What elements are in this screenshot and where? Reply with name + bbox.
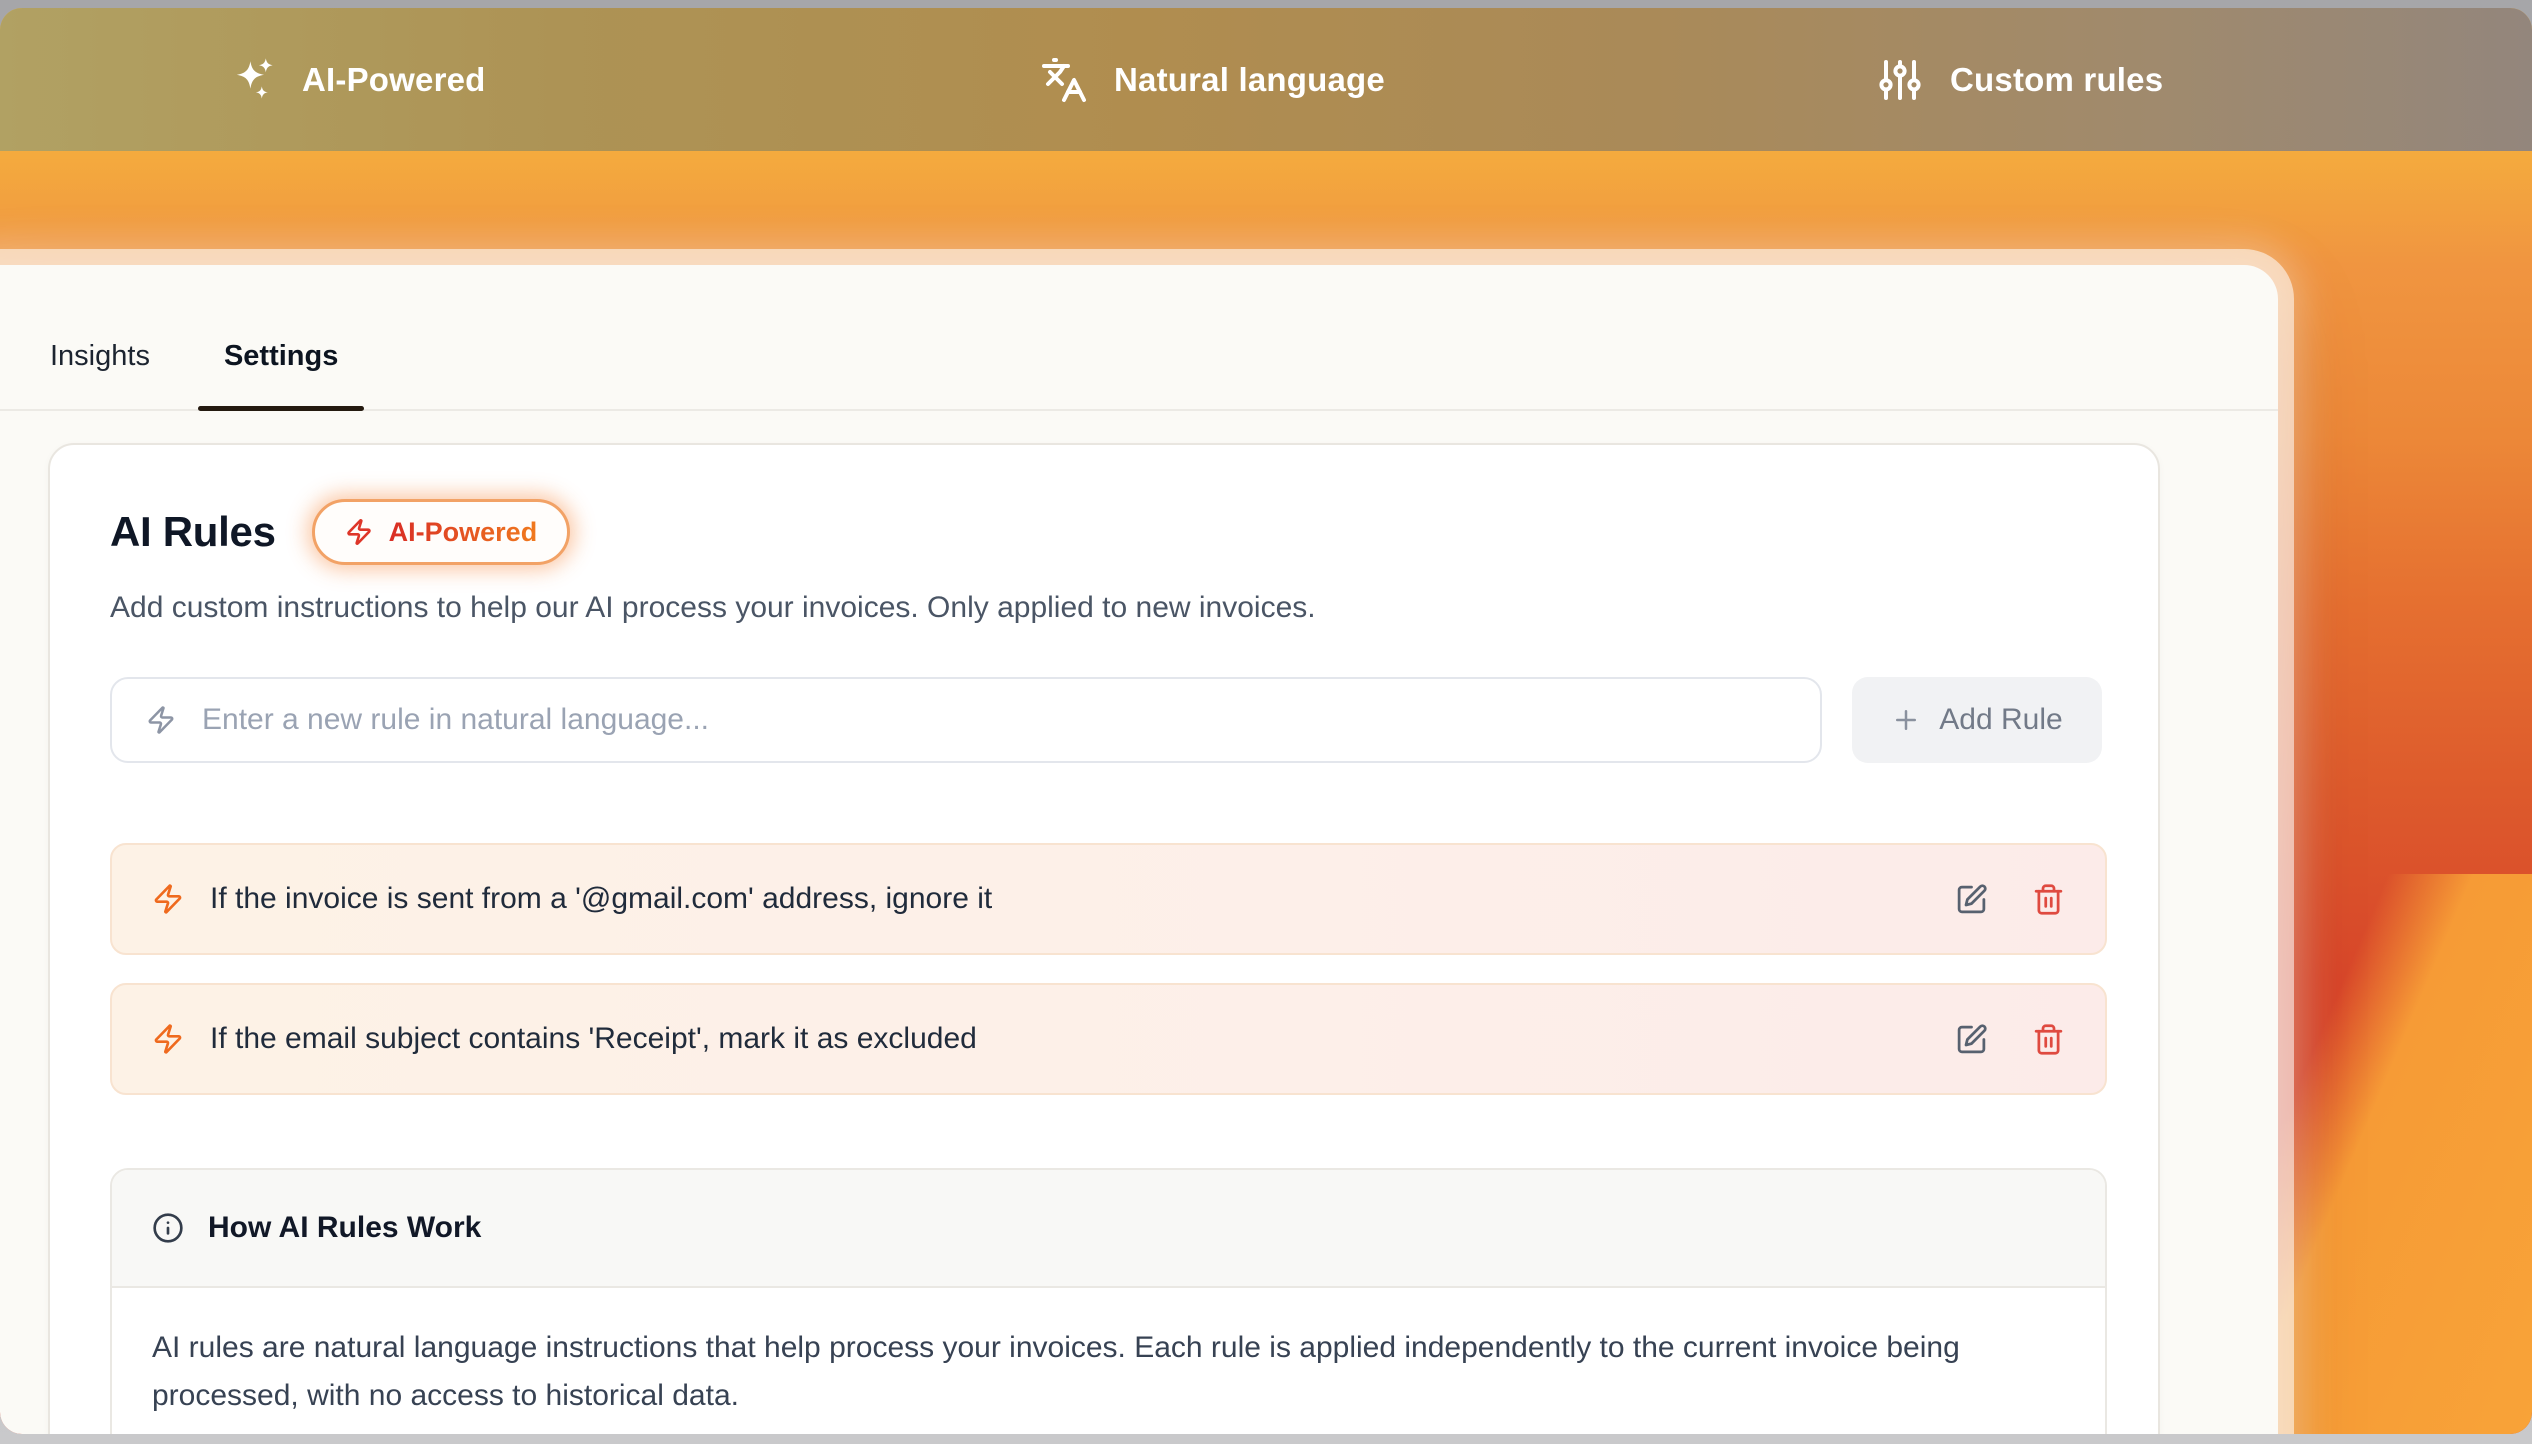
add-rule-label: Add Rule — [1939, 703, 2062, 737]
app-window: Insights Settings AI Rules AI-Powered Ad… — [0, 265, 2278, 1434]
feature-item-custom-rules: Custom rules — [1876, 8, 2163, 151]
info-body: AI rules are natural language instructio… — [112, 1288, 2105, 1434]
square-pen-icon — [1955, 883, 1988, 916]
rule-input[interactable] — [202, 703, 1786, 737]
sliders-icon — [1876, 56, 1924, 104]
rule-actions — [1955, 1023, 2065, 1056]
info-title: How AI Rules Work — [208, 1211, 481, 1245]
screenshot-frame: AI-Powered Natural language Custom rules… — [0, 8, 2532, 1434]
feature-label: Natural language — [1114, 61, 1385, 99]
zap-icon — [146, 705, 176, 735]
info-icon — [152, 1212, 184, 1244]
feature-label: Custom rules — [1950, 61, 2163, 99]
rule-text: If the email subject contains 'Receipt',… — [210, 1022, 1929, 1056]
feature-bar: AI-Powered Natural language Custom rules — [0, 8, 2532, 151]
ai-powered-badge: AI-Powered — [312, 499, 571, 565]
zap-icon — [152, 1023, 184, 1055]
page-title: AI Rules — [110, 508, 276, 556]
rule-input-wrap — [110, 677, 1822, 763]
info-box: How AI Rules Work AI rules are natural l… — [110, 1168, 2107, 1434]
feature-item-natural-language: Natural language — [1040, 8, 1385, 151]
rule-actions — [1955, 883, 2065, 916]
add-rule-button[interactable]: Add Rule — [1852, 677, 2102, 763]
section-description: Add custom instructions to help our AI p… — [110, 591, 1316, 625]
square-pen-icon — [1955, 1023, 1988, 1056]
sparkles-icon — [228, 56, 276, 104]
languages-icon — [1040, 56, 1088, 104]
tab-insights[interactable]: Insights — [46, 301, 154, 411]
ai-rules-card: AI Rules AI-Powered Add custom instructi… — [48, 443, 2160, 1434]
info-box-header: How AI Rules Work — [112, 1170, 2105, 1288]
feature-label: AI-Powered — [302, 61, 486, 99]
tab-bar: Insights Settings — [0, 265, 2278, 411]
zap-icon — [345, 518, 373, 546]
plus-icon — [1891, 705, 1921, 735]
rule-text: If the invoice is sent from a '@gmail.co… — [210, 882, 1929, 916]
edit-rule-button[interactable] — [1955, 883, 1988, 916]
edit-rule-button[interactable] — [1955, 1023, 1988, 1056]
rule-row: If the invoice is sent from a '@gmail.co… — [110, 843, 2107, 955]
delete-rule-button[interactable] — [2032, 883, 2065, 916]
zap-icon — [152, 883, 184, 915]
rule-input-row: Add Rule — [110, 677, 2102, 763]
delete-rule-button[interactable] — [2032, 1023, 2065, 1056]
tab-settings[interactable]: Settings — [198, 301, 364, 411]
badge-label: AI-Powered — [389, 517, 538, 548]
rule-row: If the email subject contains 'Receipt',… — [110, 983, 2107, 1095]
feature-item-ai-powered: AI-Powered — [228, 8, 486, 151]
trash-icon — [2032, 883, 2065, 916]
title-row: AI Rules AI-Powered — [110, 499, 570, 565]
trash-icon — [2032, 1023, 2065, 1056]
